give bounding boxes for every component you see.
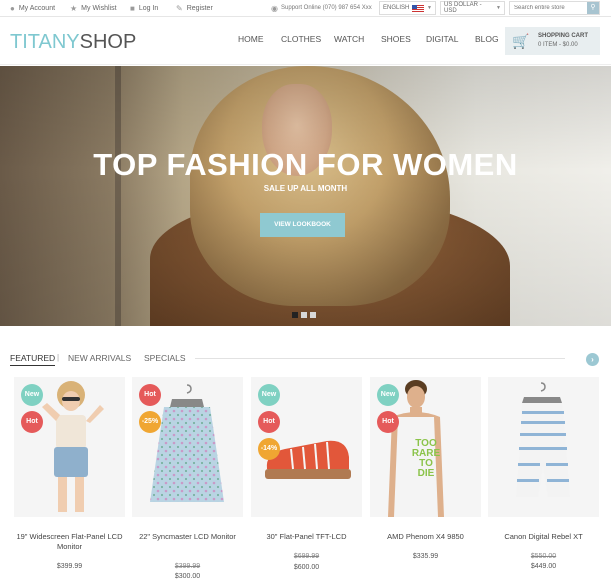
badge-hot: Hot <box>258 411 280 433</box>
product-name[interactable]: Canon Digital Rebel XT <box>488 532 599 542</box>
cart-title: SHOPPING CART <box>538 33 589 39</box>
cart-summary: 0 ITEM - $0.00 <box>538 42 578 48</box>
language-value: ENGLISH <box>383 5 410 11</box>
badge-new: New <box>377 384 399 406</box>
hero-subtitle: SALE UP ALL MONTH <box>263 184 348 193</box>
badge-hot: Hot <box>21 411 43 433</box>
language-select[interactable]: ENGLISH ▼ <box>379 1 436 15</box>
nav-clothes[interactable]: CLOTHES <box>281 34 321 46</box>
product-image[interactable]: New Hot -14% <box>251 377 362 517</box>
tab-featured[interactable]: FEATURED <box>10 353 56 366</box>
product-name[interactable]: 19" Widescreen Flat-Panel LCD Monitor <box>14 532 125 552</box>
chevron-down-icon: ▼ <box>427 5 432 11</box>
product-name[interactable]: 22" Syncmaster LCD Monitor <box>132 532 243 542</box>
chevron-right-icon[interactable]: › <box>586 353 599 366</box>
product-price: $449.00 <box>530 563 557 570</box>
product-art-romper <box>516 382 570 497</box>
product-name[interactable]: AMD Phenom X4 9850 <box>370 532 481 542</box>
slider-dot-3[interactable] <box>310 312 316 318</box>
user-icon: ● <box>10 3 15 13</box>
hero-overlay <box>0 66 611 326</box>
nav-watch[interactable]: WATCH <box>334 34 364 46</box>
product-price: $399.99 <box>56 563 83 570</box>
site-logo[interactable]: TITANYSHOP <box>10 31 136 53</box>
product-price: $335.99 <box>412 553 439 560</box>
register-label: Register <box>186 4 213 12</box>
hero-title: TOP FASHION FOR WOMEN <box>93 147 518 182</box>
my-account-label: My Account <box>18 4 56 12</box>
wishlist-label: My Wishlist <box>81 4 117 12</box>
product-old-price: $550.00 <box>530 553 557 560</box>
tshirt-print: TOO RARE TO DIE <box>406 439 446 479</box>
product-price: $300.00 <box>174 573 201 580</box>
product-old-price: $699.99 <box>293 553 320 560</box>
register-link[interactable]: ✎ Register <box>176 0 213 16</box>
nav-digital[interactable]: DIGITAL <box>426 34 458 46</box>
header-divider <box>0 64 611 65</box>
currency-value: US DOLLAR - USD <box>444 2 482 14</box>
slider-dot-1[interactable] <box>292 312 298 318</box>
nav-blog[interactable]: BLOG <box>475 34 499 46</box>
tab-specials[interactable]: SPECIALS <box>144 353 186 363</box>
product-image[interactable]: TOO RARE TO DIE New Hot <box>370 377 481 517</box>
hero-slider[interactable] <box>0 66 611 326</box>
nav-home[interactable]: HOME <box>238 34 264 46</box>
login-label: Log In <box>138 4 159 12</box>
logo-part-1: TITANY <box>10 31 80 53</box>
tabs-divider <box>195 358 565 359</box>
product-name[interactable]: 30" Flat-Panel TFT-LCD <box>251 532 362 542</box>
badge-hot: Hot <box>377 411 399 433</box>
top-bar: ● My Account ★ My Wishlist ■ Log In ✎ Re… <box>0 0 611 17</box>
chevron-down-icon: ▼ <box>496 5 501 11</box>
badge-hot: Hot <box>139 384 161 406</box>
cart-icon: 🛒 <box>512 33 530 49</box>
login-link[interactable]: ■ Log In <box>130 0 158 16</box>
tshirt-word: DIE <box>417 468 435 479</box>
search-button[interactable]: ⚲ <box>587 2 599 14</box>
shopping-cart[interactable]: 🛒 SHOPPING CART 0 ITEM - $0.00 <box>505 27 600 55</box>
badge-discount: -14% <box>258 438 280 460</box>
badge-new: New <box>21 384 43 406</box>
product-image[interactable]: Hot -25% <box>132 377 243 517</box>
search-icon: ⚲ <box>590 4 596 11</box>
product-image[interactable] <box>488 377 599 517</box>
lock-icon: ■ <box>130 3 135 13</box>
badge-discount: -25% <box>139 411 161 433</box>
pencil-icon: ✎ <box>176 3 183 13</box>
slider-pagination <box>292 312 316 318</box>
headset-icon: ◉ <box>271 3 278 13</box>
product-old-price: $399.99 <box>174 563 201 570</box>
support-text: Support Online (070) 987 654 Xxx <box>280 5 372 11</box>
product-price: $600.00 <box>293 564 320 571</box>
product-image[interactable]: New Hot <box>14 377 125 517</box>
star-icon: ★ <box>70 3 78 13</box>
slider-dot-2[interactable] <box>301 312 307 318</box>
currency-select[interactable]: US DOLLAR - USD ▼ <box>440 1 505 15</box>
tab-separator: | <box>57 353 60 362</box>
support-info: ◉ Support Online (070) 987 654 Xxx <box>271 0 372 16</box>
nav-shoes[interactable]: SHOES <box>381 34 411 46</box>
us-flag-icon <box>412 4 425 12</box>
view-lookbook-button[interactable]: VIEW LOOKBOOK <box>260 213 345 237</box>
tab-new-arrivals[interactable]: NEW ARRIVALS <box>68 353 131 363</box>
logo-part-2: SHOP <box>79 31 137 53</box>
badge-new: New <box>258 384 280 406</box>
wishlist-link[interactable]: ★ My Wishlist <box>70 0 117 16</box>
my-account-link[interactable]: ● My Account <box>10 0 55 16</box>
